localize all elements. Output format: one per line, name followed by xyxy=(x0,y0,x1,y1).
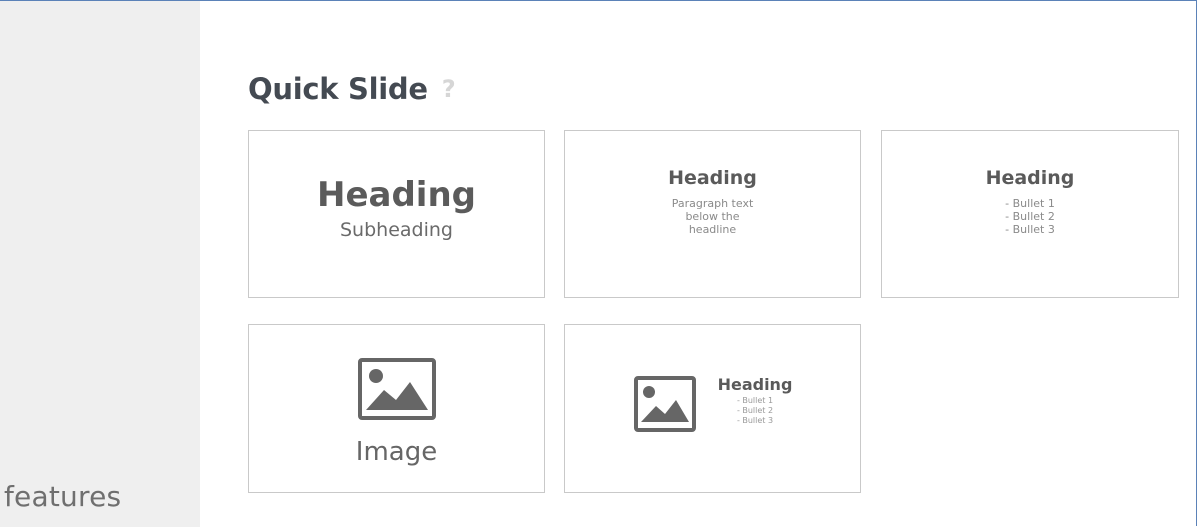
card-heading: Heading xyxy=(717,375,793,394)
bullet-line: - Bullet 3 xyxy=(1005,223,1055,236)
bullet-line: - Bullet 1 xyxy=(1005,197,1055,210)
bullet-line: - Bullet 3 xyxy=(736,416,774,425)
layout-card-image-bullets[interactable]: Heading - Bullet 1 - Bullet 2 - Bullet 3 xyxy=(564,324,861,493)
bullet-line: - Bullet 2 xyxy=(1005,210,1055,223)
layout-card-title-paragraph[interactable]: Heading Paragraph text below the headlin… xyxy=(564,130,861,298)
sidebar: features xyxy=(0,0,200,527)
bullet-line: - Bullet 2 xyxy=(736,406,774,415)
sidebar-label: features xyxy=(4,480,122,513)
paragraph-line: Paragraph text xyxy=(671,197,754,210)
image-icon xyxy=(634,376,696,432)
image-icon xyxy=(358,358,436,420)
quick-slide-header: Quick Slide ? xyxy=(248,72,456,106)
paragraph-line: headline xyxy=(688,223,737,236)
help-icon[interactable]: ? xyxy=(442,75,456,103)
card-bullets: - Bullet 1 - Bullet 2 - Bullet 3 xyxy=(882,197,1178,236)
card-paragraph: Paragraph text below the headline xyxy=(565,197,860,236)
card-bullets: - Bullet 1 - Bullet 2 - Bullet 3 xyxy=(715,396,795,426)
card-heading: Heading xyxy=(668,167,757,189)
layout-card-image[interactable]: Image xyxy=(248,324,545,493)
card-image-label: Image xyxy=(355,437,438,467)
bullet-line: - Bullet 1 xyxy=(736,396,774,405)
layout-card-title-subtitle[interactable]: Heading Subheading xyxy=(248,130,545,298)
card-heading: Heading xyxy=(317,175,476,215)
layout-card-title-bullets[interactable]: Heading - Bullet 1 - Bullet 2 - Bullet 3 xyxy=(881,130,1179,298)
paragraph-line: below the xyxy=(685,210,740,223)
card-subheading: Subheading xyxy=(340,219,453,241)
panel-title: Quick Slide xyxy=(248,72,428,106)
card-heading: Heading xyxy=(985,167,1075,189)
